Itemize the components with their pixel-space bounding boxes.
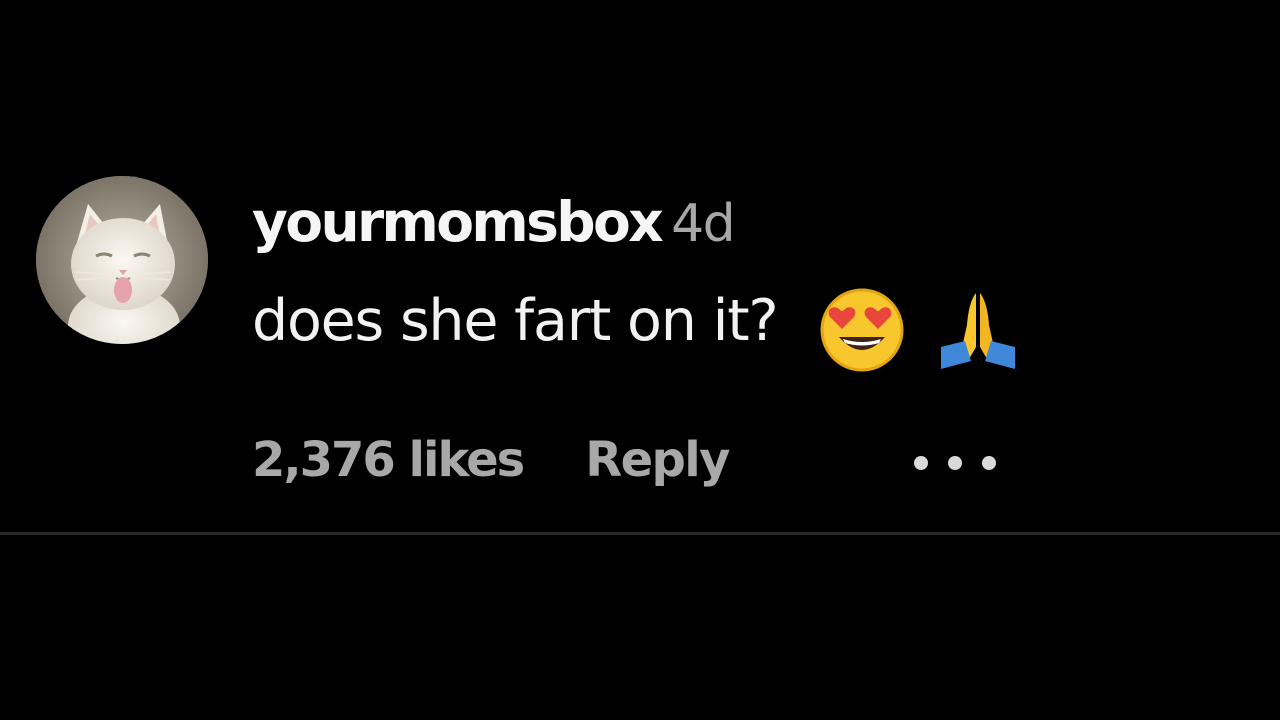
cat-avatar-image (36, 176, 208, 344)
more-options-icon[interactable] (914, 452, 1000, 476)
comment-header: yourmomsbox 4d (252, 190, 736, 270)
heart-eyes-emoji-icon (817, 285, 907, 375)
avatar[interactable] (36, 176, 208, 344)
folded-hands-emoji-icon (933, 285, 1023, 375)
comment-actions: 2,376 likes Reply (252, 432, 730, 502)
divider (0, 532, 1280, 535)
likes-count[interactable]: 2,376 likes (252, 432, 525, 488)
comment-item: yourmomsbox 4d does she fart on it? 2,376… (0, 0, 1280, 720)
comment-body: does she fart on it? (252, 288, 1023, 378)
comment-text: does she fart on it? (252, 288, 779, 354)
more-dot (914, 456, 928, 470)
username-link[interactable]: yourmomsbox (252, 190, 664, 254)
comment-timestamp: 4d (671, 194, 736, 254)
reply-button[interactable]: Reply (585, 432, 730, 488)
more-dot (982, 456, 996, 470)
more-dot (948, 456, 962, 470)
